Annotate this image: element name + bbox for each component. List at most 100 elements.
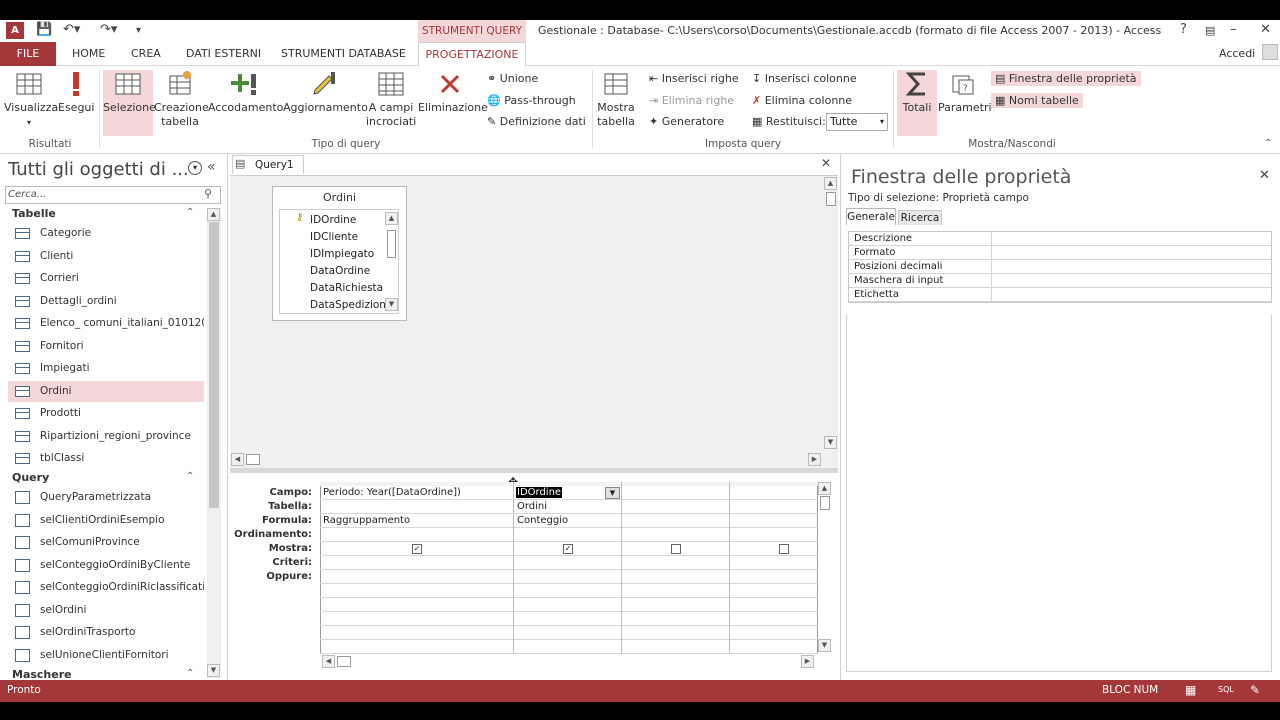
nav-item-table[interactable]: Fornitori [8, 336, 204, 357]
scroll-left-icon[interactable]: ◀ [231, 453, 244, 466]
nav-item-table[interactable]: Dettagli_ordini [8, 291, 204, 312]
nav-item-table[interactable]: Impiegati [8, 358, 204, 379]
nav-item-table[interactable]: tblClassi [8, 448, 204, 469]
field-item[interactable]: IDImpiegato [310, 248, 374, 260]
help-button[interactable]: ? [1180, 22, 1187, 37]
nav-item-table[interactable]: Elenco_ comuni_italiani_010120... [8, 313, 204, 334]
nav-item-query[interactable]: selOrdiniTrasporto [8, 622, 204, 643]
show-checkbox-col3[interactable] [671, 544, 681, 554]
tab-crea[interactable]: CREA [131, 47, 161, 60]
field-list-scroll-thumb[interactable] [387, 230, 396, 258]
esegui-button[interactable]: Esegui [58, 70, 94, 115]
nav-item-query[interactable]: selOrdini [8, 600, 204, 621]
upper-hscroll-thumb[interactable] [246, 454, 260, 465]
nomi-tabelle-button[interactable]: ▦ Nomi tabelle [991, 93, 1083, 108]
col2-tabella[interactable]: Ordini [517, 501, 547, 512]
tab-ricerca[interactable]: Ricerca [898, 210, 942, 225]
totali-button[interactable]: Totali [897, 70, 937, 136]
collapse-group-icon[interactable]: ⌃ [186, 207, 194, 218]
scroll-left-icon[interactable]: ◀ [322, 655, 335, 668]
selezione-button[interactable]: Selezione [103, 70, 156, 136]
show-checkbox-col2[interactable]: ✓ [563, 544, 573, 554]
inserisci-colonne-button[interactable]: ↧ Inserisci colonne [752, 72, 857, 85]
nav-item-table[interactable]: Ordini [8, 380, 204, 402]
mostra-tabella-button[interactable]: Mostra tabella [596, 70, 636, 129]
customize-qat-icon[interactable]: ▾ [136, 25, 141, 36]
nav-item-query[interactable]: selClientiOrdiniEsempio [8, 510, 204, 531]
show-checkbox-col1[interactable]: ✓ [412, 544, 422, 554]
collapse-group-icon[interactable]: ⌃ [186, 668, 194, 679]
save-icon[interactable]: 💾 [36, 22, 52, 37]
nav-item-query[interactable]: selUnioneClientiFornitori [8, 645, 204, 666]
restituisci-select[interactable]: Tutte ▾ [826, 113, 888, 131]
a-campi-incrociati-button[interactable]: A campi incrociati [366, 70, 416, 129]
tab-file[interactable]: FILE [0, 42, 56, 66]
tab-home[interactable]: HOME [72, 47, 105, 60]
undo-icon[interactable]: ↶▾ [63, 22, 80, 37]
scroll-down-icon[interactable]: ▼ [385, 298, 398, 311]
nav-item-table[interactable]: Categorie [8, 223, 204, 244]
nav-item-table[interactable]: Prodotti [8, 403, 204, 424]
query-design-grid[interactable] [320, 482, 818, 654]
tab-dati-esterni[interactable]: DATI ESTERNI [186, 47, 261, 60]
scroll-down-icon[interactable]: ▼ [207, 664, 220, 677]
nav-item-query[interactable]: selConteggioOrdiniRiclassificati [8, 577, 204, 598]
ribbon-display-icon[interactable]: ▤ [1205, 24, 1215, 37]
col2-formula[interactable]: Conteggio [517, 515, 568, 526]
design-view-icon[interactable]: ✎ [1250, 683, 1260, 697]
field-item[interactable]: DataRichiesta [310, 282, 383, 294]
nav-group-query[interactable]: Query [12, 471, 49, 484]
col1-formula[interactable]: Raggruppamento [323, 515, 410, 526]
nav-item-query[interactable]: selComuniProvince [8, 532, 204, 553]
nav-item-table[interactable]: Clienti [8, 246, 204, 267]
show-checkbox-col4[interactable] [779, 544, 789, 554]
col1-campo[interactable]: Periodo: Year([DataOrdine]) [323, 487, 461, 498]
grid-column-selectors[interactable] [320, 482, 818, 486]
sign-in-link[interactable]: Accedi [1219, 47, 1255, 60]
minimize-button[interactable]: – [1230, 22, 1237, 37]
redo-icon[interactable]: ↷▾ [100, 22, 117, 37]
field-item[interactable]: DataOrdine [310, 265, 370, 277]
scroll-up-icon[interactable]: ▲ [818, 482, 831, 495]
field-item[interactable]: DataSpedizione [310, 299, 392, 311]
aggiornamento-button[interactable]: Aggiornamento [283, 70, 368, 115]
unione-button[interactable]: ⚭ Unione [487, 72, 538, 85]
nav-item-table[interactable]: Ripartizioni_regioni_province [8, 426, 204, 447]
generatore-button[interactable]: ✦ Generatore [649, 115, 724, 128]
user-avatar[interactable] [1262, 44, 1278, 60]
nav-item-query[interactable]: selConteggioOrdiniByCliente [8, 555, 204, 576]
tab-strumenti-database[interactable]: STRUMENTI DATABASE [281, 47, 406, 60]
scroll-up-icon[interactable]: ▲ [824, 177, 837, 190]
collapse-nav-icon[interactable]: « [207, 159, 216, 175]
finestra-proprieta-button[interactable]: ▤ Finestra delle proprietà [991, 71, 1141, 86]
close-property-sheet-icon[interactable]: ✕ [1259, 168, 1270, 183]
sql-view-icon[interactable]: SQL [1218, 685, 1234, 694]
nav-pane-title[interactable]: Tutti gli oggetti di ... [8, 159, 189, 180]
parametri-button[interactable]: ? Parametri [938, 70, 992, 115]
elimina-righe-button[interactable]: ⇥ Elimina righe [649, 94, 734, 107]
property-row[interactable]: Formato [849, 246, 1271, 260]
close-window-button[interactable]: ✕ [1260, 22, 1271, 37]
nav-scroll-thumb[interactable] [209, 222, 219, 508]
access-app-icon[interactable]: A [6, 22, 24, 39]
property-row[interactable]: Etichetta [849, 288, 1271, 302]
col2-campo[interactable]: IDOrdine [516, 487, 563, 498]
nav-group-tabelle[interactable]: Tabelle [12, 207, 56, 220]
dropdown-arrow-icon[interactable]: ▼ [605, 487, 620, 499]
scroll-up-icon[interactable]: ▲ [207, 208, 220, 221]
scroll-up-icon[interactable]: ▲ [385, 212, 398, 225]
nav-menu-chevron-icon[interactable]: ▾ [188, 161, 202, 175]
creazione-tabella-button[interactable]: Creazione tabella [154, 70, 209, 129]
scroll-right-icon[interactable]: ▶ [808, 453, 821, 466]
scroll-right-icon[interactable]: ▶ [801, 655, 814, 668]
search-icon[interactable]: ⚲ [204, 187, 212, 200]
grid-hscroll-thumb[interactable] [337, 656, 351, 667]
pane-splitter[interactable] [230, 468, 838, 473]
scroll-down-icon[interactable]: ▼ [824, 436, 837, 449]
property-row[interactable]: Descrizione [849, 232, 1271, 246]
tab-progettazione[interactable]: PROGETTAZIONE [418, 42, 526, 67]
collapse-ribbon-icon[interactable]: ⌃ [1264, 138, 1272, 149]
upper-vscroll-thumb[interactable] [826, 192, 836, 206]
property-row[interactable]: Posizioni decimali [849, 260, 1271, 274]
inserisci-righe-button[interactable]: ⇤ Inserisci righe [649, 72, 739, 85]
